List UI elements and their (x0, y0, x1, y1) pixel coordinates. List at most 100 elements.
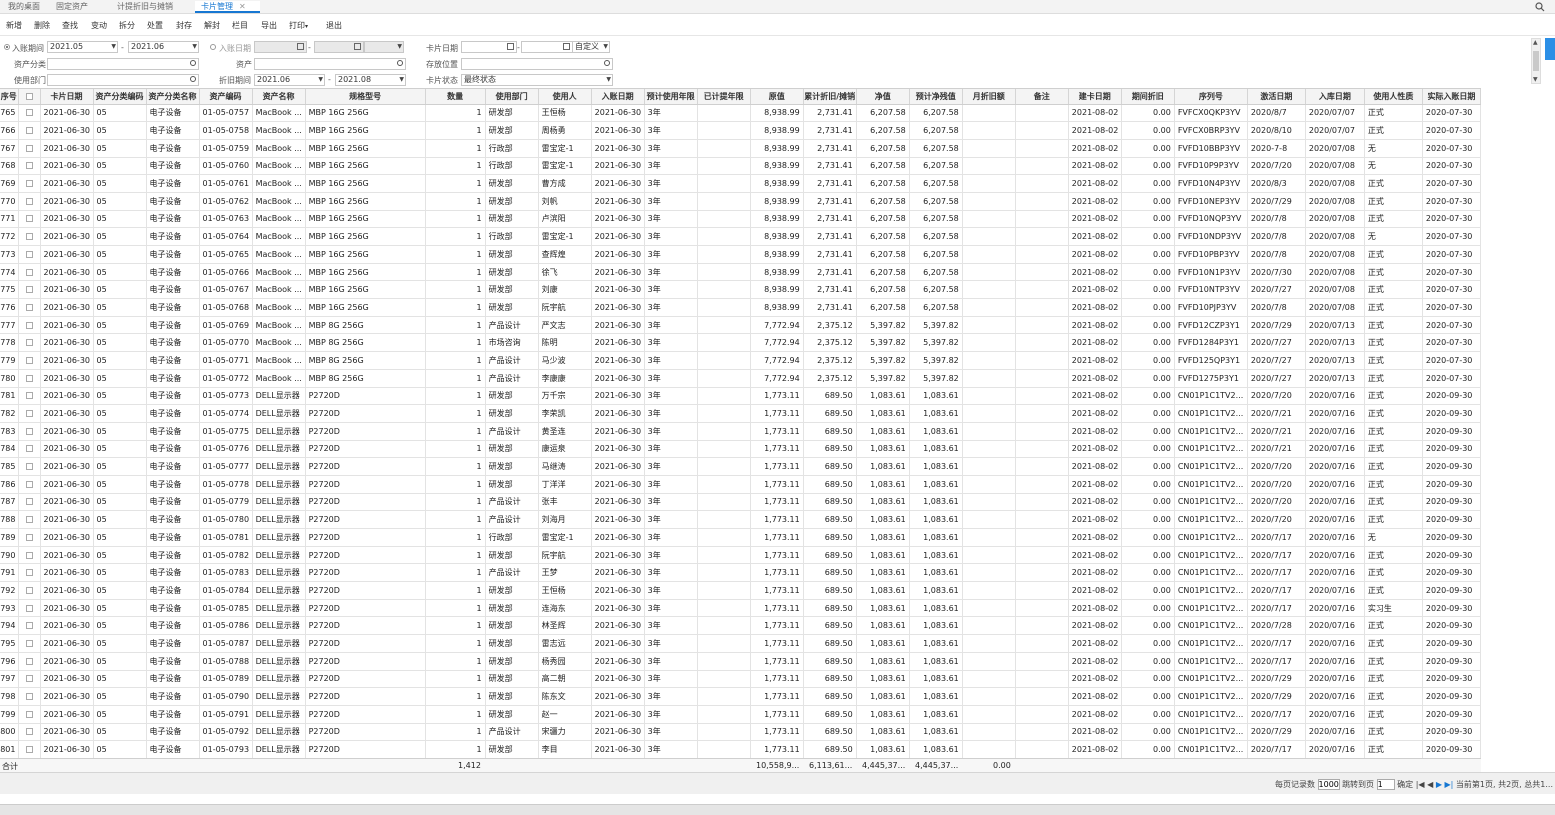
last-page-icon[interactable]: ▶| (1445, 780, 1454, 789)
card-date-from[interactable] (461, 41, 517, 53)
search-icon[interactable] (1535, 2, 1545, 12)
row-checkbox[interactable] (25, 250, 33, 258)
row-checkbox[interactable] (25, 392, 33, 400)
tab-depreciation[interactable]: 计提折旧与摊销 (117, 1, 173, 13)
select-all-checkbox[interactable] (25, 92, 33, 100)
delete-button[interactable]: 删除 (34, 20, 50, 31)
close-icon[interactable]: ✕ (239, 2, 246, 11)
column-header[interactable]: 已计提年限 (697, 89, 751, 105)
column-header[interactable]: 卡片日期 (40, 89, 94, 105)
table-row[interactable]: 773 2021-06-30 05 电子设备 01-05-0765 MacBook ...… (0, 245, 1481, 264)
column-header[interactable]: 使用部门 (485, 89, 539, 105)
table-row[interactable]: 765 2021-06-30 05 电子设备 01-05-0757 MacBook ...… (0, 104, 1481, 123)
column-header[interactable]: 规格型号 (305, 89, 426, 105)
row-checkbox[interactable] (25, 622, 33, 630)
calendar-icon[interactable] (297, 43, 304, 50)
column-header[interactable]: 预计净残值 (909, 89, 963, 105)
row-checkbox[interactable] (25, 551, 33, 559)
table-row[interactable]: 766 2021-06-30 05 电子设备 01-05-0758 MacBook ...… (0, 121, 1481, 140)
column-header[interactable]: 累计折旧/摊销 (803, 89, 857, 105)
lookup-icon[interactable] (397, 60, 403, 66)
row-checkbox[interactable] (25, 339, 33, 347)
row-checkbox[interactable] (25, 427, 33, 435)
table-row[interactable]: 799 2021-06-30 05 电子设备 01-05-0791 DELL显示器 P272… (0, 705, 1481, 724)
tab-fixed-assets[interactable]: 固定资产 (56, 1, 88, 13)
depr-period-to-select[interactable]: 2021.08 ▼ (335, 74, 406, 86)
table-row[interactable]: 771 2021-06-30 05 电子设备 01-05-0763 MacBook ...… (0, 210, 1481, 229)
table-row[interactable]: 790 2021-06-30 05 电子设备 01-05-0782 DELL显示器 P272… (0, 546, 1481, 565)
row-checkbox[interactable] (25, 180, 33, 188)
jump-page-input[interactable] (1376, 779, 1395, 790)
row-checkbox[interactable] (25, 693, 33, 701)
row-checkbox[interactable] (25, 728, 33, 736)
calendar-icon[interactable] (563, 43, 570, 50)
first-page-icon[interactable]: |◀ (1416, 780, 1425, 789)
row-checkbox[interactable] (25, 286, 33, 294)
table-row[interactable]: 781 2021-06-30 05 电子设备 01-05-0773 DELL显示器 P272… (0, 387, 1481, 406)
entry-date-to[interactable] (314, 41, 364, 53)
row-checkbox[interactable] (25, 675, 33, 683)
column-header[interactable] (18, 89, 41, 105)
column-header[interactable]: 预计使用年限 (644, 89, 698, 105)
table-row[interactable]: 767 2021-06-30 05 电子设备 01-05-0759 MacBook ...… (0, 139, 1481, 158)
row-checkbox[interactable] (25, 197, 33, 205)
row-checkbox[interactable] (25, 463, 33, 471)
prev-page-icon[interactable]: ◀ (1427, 780, 1433, 789)
row-checkbox[interactable] (25, 586, 33, 594)
row-checkbox[interactable] (25, 604, 33, 612)
table-row[interactable]: 769 2021-06-30 05 电子设备 01-05-0761 MacBook ...… (0, 174, 1481, 193)
side-panel-toggle[interactable] (1545, 38, 1555, 60)
row-checkbox[interactable] (25, 321, 33, 329)
row-checkbox[interactable] (25, 162, 33, 170)
asset-category-input[interactable] (47, 58, 199, 70)
table-row[interactable]: 777 2021-06-30 05 电子设备 01-05-0769 MacBook ...… (0, 316, 1481, 335)
column-header[interactable]: 使用人 (538, 89, 592, 105)
entry-period-to-select[interactable]: 2021.06 ▼ (128, 41, 199, 53)
calendar-icon[interactable] (354, 43, 361, 50)
tab-my-desktop[interactable]: 我的桌面 (8, 1, 40, 13)
table-row[interactable]: 797 2021-06-30 05 电子设备 01-05-0789 DELL显示器 P272… (0, 670, 1481, 689)
lookup-icon[interactable] (190, 60, 196, 66)
storage-location-input[interactable] (461, 58, 613, 70)
unseal-button[interactable]: 解封 (204, 20, 220, 31)
table-row[interactable]: 779 2021-06-30 05 电子设备 01-05-0771 MacBook ...… (0, 351, 1481, 370)
column-header[interactable]: 实际入账日期 (1422, 89, 1481, 105)
row-checkbox[interactable] (25, 657, 33, 665)
find-button[interactable]: 查找 (62, 20, 78, 31)
entry-date-mode-select[interactable]: ▼ (364, 41, 404, 53)
row-checkbox[interactable] (25, 533, 33, 541)
depr-period-from-select[interactable]: 2021.06 ▼ (254, 74, 325, 86)
row-checkbox[interactable] (25, 303, 33, 311)
row-checkbox[interactable] (25, 639, 33, 647)
table-row[interactable]: 776 2021-06-30 05 电子设备 01-05-0768 MacBook ...… (0, 298, 1481, 317)
table-row[interactable]: 788 2021-06-30 05 电子设备 01-05-0780 DELL显示器 P272… (0, 510, 1481, 529)
table-row[interactable]: 784 2021-06-30 05 电子设备 01-05-0776 DELL显示器 P272… (0, 440, 1481, 459)
row-checkbox[interactable] (25, 516, 33, 524)
column-header[interactable]: 入库日期 (1305, 89, 1365, 105)
column-header[interactable]: 数量 (425, 89, 486, 105)
table-row[interactable]: 780 2021-06-30 05 电子设备 01-05-0772 MacBook ...… (0, 369, 1481, 388)
column-header[interactable]: 资产编码 (199, 89, 253, 105)
dept-input[interactable] (47, 74, 199, 86)
row-checkbox[interactable] (25, 569, 33, 577)
row-checkbox[interactable] (25, 233, 33, 241)
filter-scrollbar[interactable]: ▲ ▼ (1531, 38, 1541, 84)
card-date-mode-select[interactable]: 自定义 ▼ (572, 41, 610, 53)
row-checkbox[interactable] (25, 215, 33, 223)
columns-button[interactable]: 栏目 (232, 20, 248, 31)
table-row[interactable]: 768 2021-06-30 05 电子设备 01-05-0760 MacBook ...… (0, 157, 1481, 176)
table-row[interactable]: 772 2021-06-30 05 电子设备 01-05-0764 MacBook ...… (0, 227, 1481, 246)
export-button[interactable]: 导出 (261, 20, 277, 31)
next-page-icon[interactable]: ▶ (1436, 780, 1442, 789)
row-checkbox[interactable] (25, 746, 33, 754)
row-checkbox[interactable] (25, 710, 33, 718)
card-status-select[interactable]: 最终状态 ▼ (461, 74, 613, 86)
row-checkbox[interactable] (25, 268, 33, 276)
table-row[interactable]: 792 2021-06-30 05 电子设备 01-05-0784 DELL显示器 P272… (0, 581, 1481, 600)
table-row[interactable]: 782 2021-06-30 05 电子设备 01-05-0774 DELL显示器 P272… (0, 404, 1481, 423)
column-header[interactable]: 期间折旧 (1121, 89, 1175, 105)
table-row[interactable]: 786 2021-06-30 05 电子设备 01-05-0778 DELL显示器 P272… (0, 475, 1481, 494)
column-header[interactable]: 净值 (856, 89, 910, 105)
split-button[interactable]: 拆分 (119, 20, 135, 31)
change-button[interactable]: 变动 (91, 20, 107, 31)
